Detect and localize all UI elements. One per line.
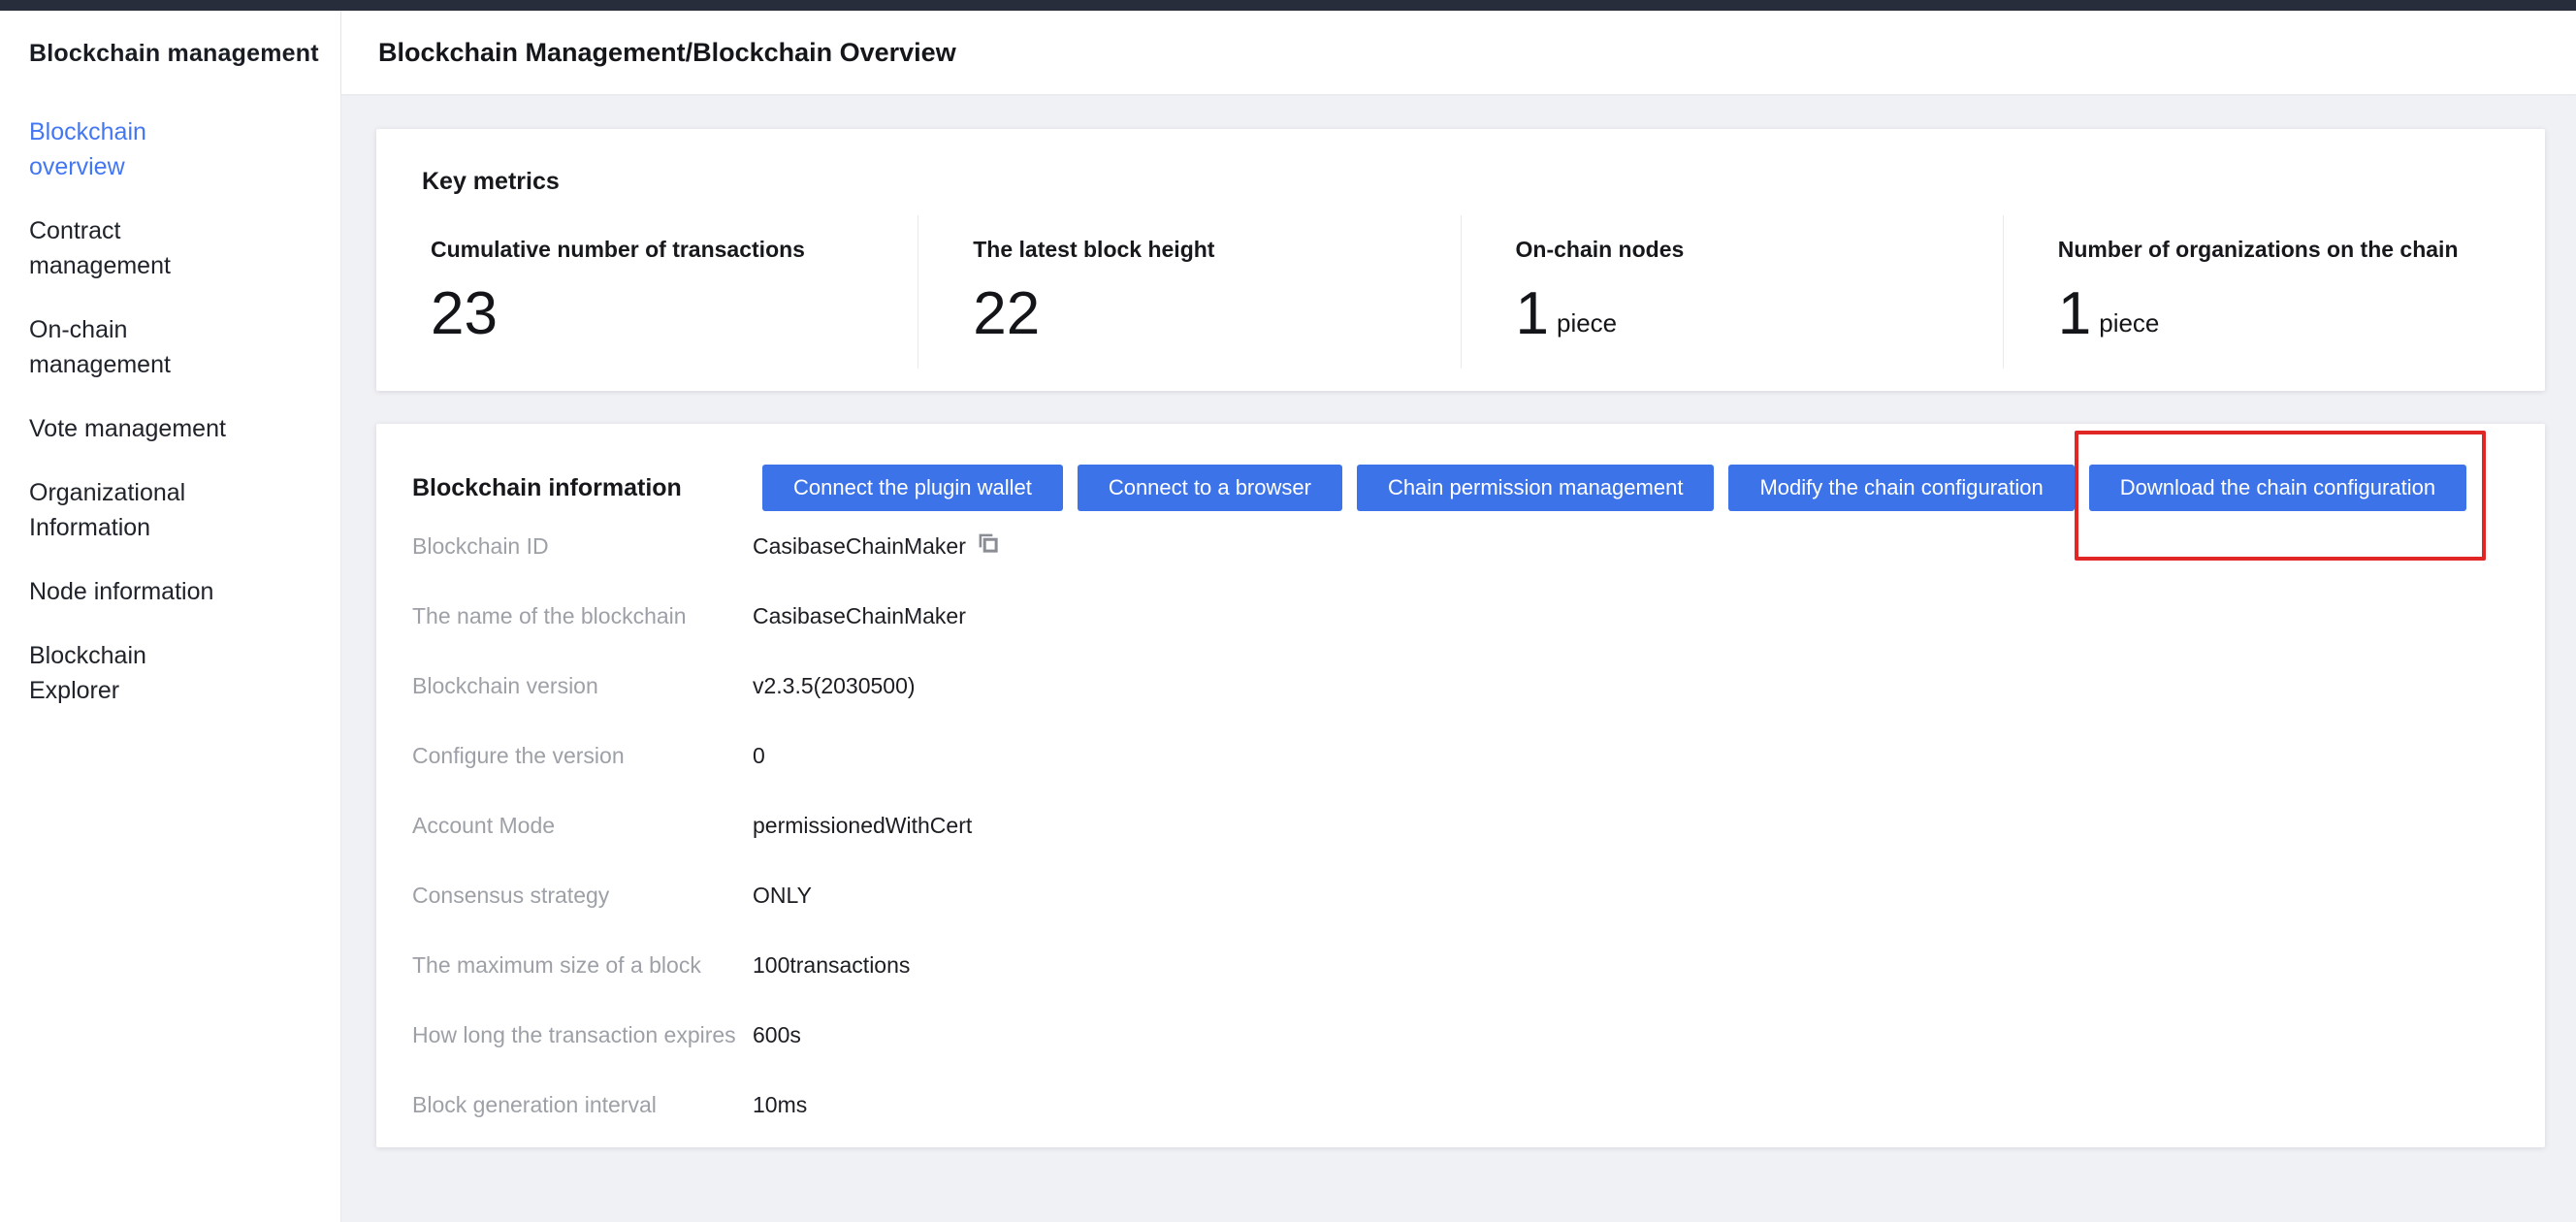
highlighted-button-wrapper: Download the chain configuration <box>2089 465 2466 511</box>
sidebar-item-blockchain-overview[interactable]: Blockchain overview <box>29 114 237 184</box>
info-row-max-block-size: The maximum size of a block 100transacti… <box>376 930 2545 1000</box>
field-label: Configure the version <box>412 743 753 769</box>
field-value: 10ms <box>753 1092 807 1118</box>
breadcrumb: Blockchain Management/Blockchain Overvie… <box>378 38 956 68</box>
field-label: How long the transaction expires <box>412 1022 753 1048</box>
blockchain-info-header: Blockchain information Connect the plugi… <box>376 465 2545 511</box>
metric-number: 22 <box>973 284 1040 344</box>
field-label: Block generation interval <box>412 1092 753 1118</box>
connect-to-browser-button[interactable]: Connect to a browser <box>1078 465 1342 511</box>
metric-value: 1 piece <box>2058 284 2545 344</box>
metric-organizations-on-chain: Number of organizations on the chain 1 p… <box>2003 215 2545 369</box>
blockchain-id-value: CasibaseChainMaker <box>753 533 966 560</box>
sidebar-item-organizational-information[interactable]: Organizational Information <box>29 475 237 545</box>
metric-number: 1 <box>1516 284 1549 344</box>
info-row-configure-version: Configure the version 0 <box>376 721 2545 790</box>
key-metrics-title: Key metrics <box>422 168 2545 196</box>
metric-latest-block-height: The latest block height 22 <box>918 215 1460 369</box>
field-value: ONLY <box>753 883 812 909</box>
info-row-account-mode: Account Mode permissionedWithCert <box>376 790 2545 860</box>
info-row-blockchain-id: Blockchain ID CasibaseChainMaker <box>376 511 2545 581</box>
page-header: Blockchain Management/Blockchain Overvie… <box>341 11 2576 94</box>
sidebar-title: Blockchain management <box>29 40 340 68</box>
sidebar: Blockchain management Blockchain overvie… <box>0 11 341 1222</box>
sidebar-item-vote-management[interactable]: Vote management <box>29 411 237 446</box>
blockchain-info-rows: Blockchain ID CasibaseChainMaker <box>376 511 2545 1140</box>
metric-unit: piece <box>1557 308 1617 344</box>
app-shell: Blockchain management Blockchain overvie… <box>0 11 2576 1222</box>
copy-icon[interactable] <box>976 531 1001 562</box>
content-area: Key metrics Cumulative number of transac… <box>341 94 2576 1147</box>
metric-value: 1 piece <box>1516 284 2003 344</box>
modify-chain-configuration-button[interactable]: Modify the chain configuration <box>1728 465 2074 511</box>
metric-number: 23 <box>431 284 498 344</box>
field-value: 600s <box>753 1022 801 1048</box>
field-label: Consensus strategy <box>412 883 753 909</box>
sidebar-nav: Blockchain overview Contract management … <box>29 114 340 708</box>
metric-value: 22 <box>973 284 1460 344</box>
info-row-blockchain-name: The name of the blockchain CasibaseChain… <box>376 581 2545 651</box>
field-label: Blockchain version <box>412 673 753 699</box>
info-row-consensus-strategy: Consensus strategy ONLY <box>376 860 2545 930</box>
key-metrics-card: Key metrics Cumulative number of transac… <box>376 129 2545 391</box>
top-window-bar <box>0 0 2576 11</box>
blockchain-info-title: Blockchain information <box>412 474 762 502</box>
metrics-row: Cumulative number of transactions 23 The… <box>376 215 2545 369</box>
sidebar-item-node-information[interactable]: Node information <box>29 574 237 609</box>
metric-label: On-chain nodes <box>1516 237 2003 263</box>
field-label: The maximum size of a block <box>412 952 753 979</box>
action-button-row: Connect the plugin wallet Connect to a b… <box>762 465 2466 511</box>
chain-permission-management-button[interactable]: Chain permission management <box>1357 465 1715 511</box>
metric-unit: piece <box>2099 308 2159 344</box>
field-label: Account Mode <box>412 813 753 839</box>
download-chain-configuration-button[interactable]: Download the chain configuration <box>2089 465 2466 511</box>
sidebar-item-blockchain-explorer[interactable]: Blockchain Explorer <box>29 638 237 708</box>
metric-on-chain-nodes: On-chain nodes 1 piece <box>1461 215 2003 369</box>
info-row-blockchain-version: Blockchain version v2.3.5(2030500) <box>376 651 2545 721</box>
field-label: The name of the blockchain <box>412 603 753 629</box>
field-value: CasibaseChainMaker <box>753 603 966 629</box>
field-label: Blockchain ID <box>412 533 753 560</box>
metric-number: 1 <box>2058 284 2091 344</box>
field-value: permissionedWithCert <box>753 813 972 839</box>
blockchain-info-card: Blockchain information Connect the plugi… <box>376 424 2545 1147</box>
field-value: 100transactions <box>753 952 910 979</box>
metric-label: Number of organizations on the chain <box>2058 237 2545 263</box>
field-value: 0 <box>753 743 765 769</box>
metric-label: Cumulative number of transactions <box>431 237 918 263</box>
info-row-transaction-expiry: How long the transaction expires 600s <box>376 1000 2545 1070</box>
field-value: v2.3.5(2030500) <box>753 673 916 699</box>
metric-value: 23 <box>431 284 918 344</box>
field-value: CasibaseChainMaker <box>753 531 1001 562</box>
main-area: Blockchain Management/Blockchain Overvie… <box>341 11 2576 1222</box>
sidebar-item-on-chain-management[interactable]: On-chain management <box>29 312 237 382</box>
info-row-block-generation-interval: Block generation interval 10ms <box>376 1070 2545 1140</box>
metric-cumulative-transactions: Cumulative number of transactions 23 <box>376 215 918 369</box>
connect-plugin-wallet-button[interactable]: Connect the plugin wallet <box>762 465 1063 511</box>
metric-label: The latest block height <box>973 237 1460 263</box>
sidebar-item-contract-management[interactable]: Contract management <box>29 213 237 283</box>
